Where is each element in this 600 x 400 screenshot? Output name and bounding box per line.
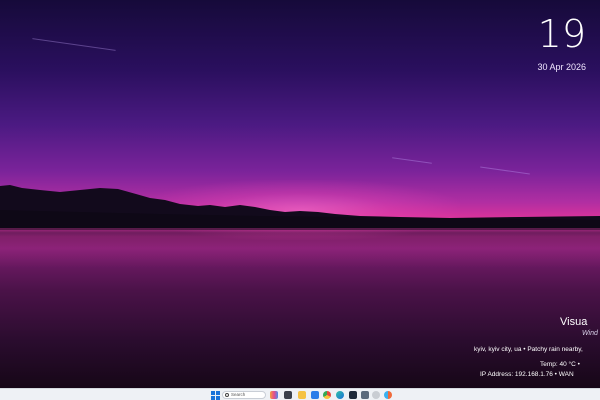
- mountain-silhouette: [0, 185, 600, 230]
- terminal-icon[interactable]: [349, 391, 357, 399]
- search-placeholder: Search: [231, 392, 246, 397]
- file-explorer-icon[interactable]: [298, 391, 306, 399]
- widgets-icon[interactable]: [270, 391, 278, 399]
- chrome-icon[interactable]: [323, 391, 331, 399]
- desktop-clock-widget: 19 30 Apr 2026: [537, 12, 586, 72]
- info-temperature: Temp: 40 °C •: [540, 361, 580, 368]
- cloud-streak: [32, 38, 116, 51]
- edge-icon[interactable]: [336, 391, 344, 399]
- settings-icon[interactable]: [361, 391, 369, 399]
- info-title: Visua: [560, 316, 588, 328]
- clock-date: 30 Apr 2026: [537, 62, 586, 72]
- info-subtitle: Wind: [582, 330, 598, 337]
- taskbar: Search: [0, 388, 600, 400]
- info-ip-address: IP Address: 192.168.1.76 • WAN: [480, 371, 574, 378]
- store-icon[interactable]: [311, 391, 319, 399]
- cloud-streak: [480, 166, 530, 175]
- app-icon[interactable]: [372, 391, 380, 399]
- clock-time: 19: [537, 12, 586, 56]
- task-view-icon[interactable]: [284, 391, 292, 399]
- start-button[interactable]: [211, 391, 220, 400]
- water-reflection: [0, 228, 600, 268]
- photos-icon[interactable]: [384, 391, 392, 399]
- taskbar-search-input[interactable]: Search: [222, 391, 266, 399]
- search-icon: [225, 393, 229, 397]
- system-info-overlay: Visua Wind kyiv, kyiv city, ua • Patchy …: [470, 316, 600, 382]
- info-weather: kyiv, kyiv city, ua • Patchy rain nearby…: [474, 346, 583, 353]
- cloud-streak: [392, 157, 432, 164]
